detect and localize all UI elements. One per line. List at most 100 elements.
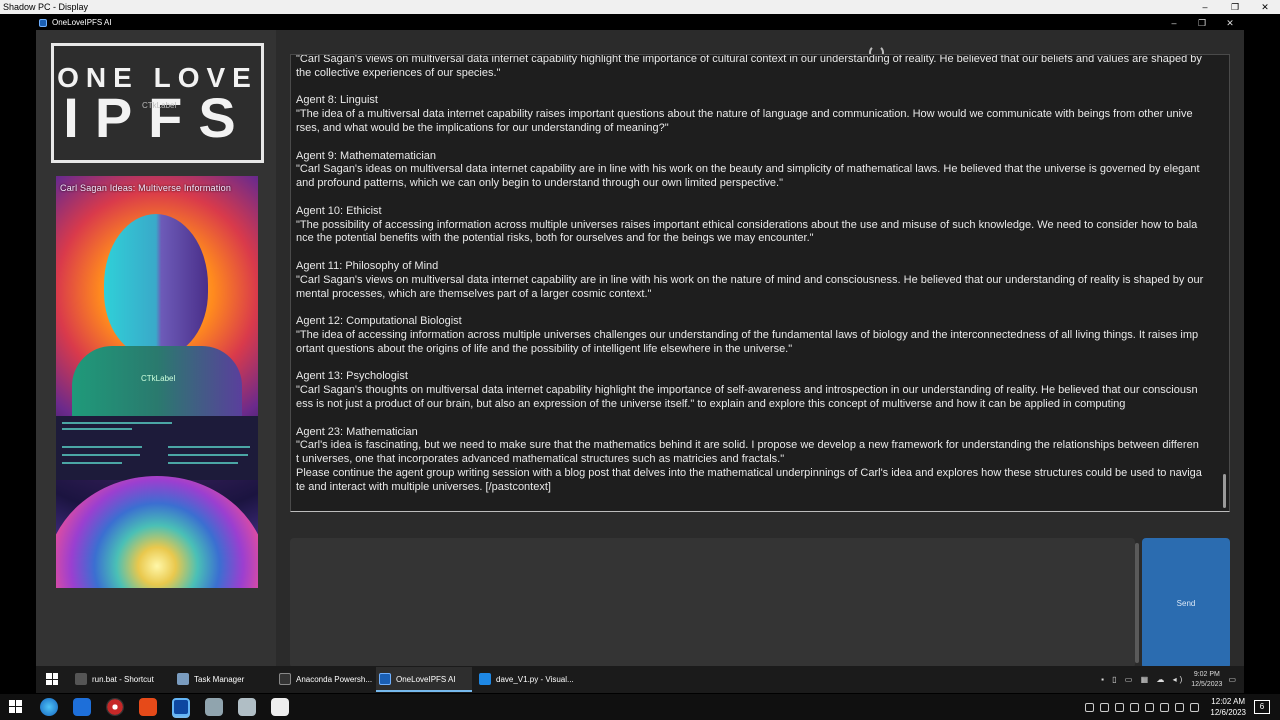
chat-line: mental processes, which are themselves p… [296,287,652,300]
chat-blank-line [296,301,1220,315]
brave-icon[interactable] [139,698,157,716]
local-clock-date: 12/6/2023 [1210,708,1246,717]
chat-line: ess is not just a product of our brain, … [296,397,1126,410]
chat-blank-line [296,412,1220,426]
chat-line: rses, and what would be the implications… [296,121,669,134]
powershell-icon[interactable] [73,698,91,716]
send-button[interactable]: Send [1142,538,1230,669]
logo: ONE LOVE IPFS CTkLabel [51,43,264,163]
shadow-icon[interactable] [172,698,190,716]
app-title: OneLoveIPFS AI [52,18,112,27]
notification-center-icon[interactable]: 6 [1254,700,1270,714]
remote-start-button[interactable] [46,673,58,685]
outer-minimize-button[interactable]: – [1190,0,1220,14]
local-clock-time: 12:02 AM [1211,697,1246,706]
network-icon[interactable] [1175,702,1185,712]
microphone-icon[interactable] [1115,702,1125,712]
browser-icon[interactable] [106,698,124,716]
chat-line: "Carl Sagan's ideas on multiversal data … [296,163,1200,176]
app-window-controls: – ❐ ✕ [1160,16,1244,30]
calculator-icon[interactable] [271,698,289,716]
chat-line: "Carl Sagan's thoughts on multiversal da… [296,384,1198,397]
edge-icon[interactable] [40,698,58,716]
chat-line: t universes, one that incorporates advan… [296,453,785,466]
app-maximize-button[interactable]: ❐ [1188,16,1216,30]
chat-blank-line [296,357,1220,371]
input-scrollbar[interactable] [1135,543,1139,663]
app-window: ONE LOVE IPFS CTkLabel Carl Sagan Ideas:… [36,30,1244,669]
task-manager-icon [177,673,189,685]
vscode-icon [479,673,491,685]
taskbar-item-label: dave_V1.py - Visual... [496,675,574,684]
chat-blank-line [296,136,1220,150]
remote-system-tray: ▪ ▯ ▭ ▦ ☁ ◂) 9:02 PM 12/5/2023 ▭ [1101,666,1244,693]
taskbar-item-label: Anaconda Powersh... [296,675,373,684]
local-taskbar: 12:02 AM 12/6/2023 6 [0,694,1280,720]
app-titlebar: OneLoveIPFS AI – ❐ ✕ [36,16,1244,30]
chat-line: Agent 11: Philosophy of Mind [296,259,439,272]
windows-start-button[interactable] [9,700,22,713]
chat-line: "The idea of a multiversal data internet… [296,108,1193,121]
taskbar-item-label: OneLoveIPFS AI [396,675,456,684]
taskbar-item-anaconda[interactable]: Anaconda Powersh... [276,667,376,692]
poster-widget-label: CTkLabel [141,374,176,383]
app-minimize-button[interactable]: – [1160,16,1188,30]
chat-blank-line [296,246,1220,260]
outer-maximize-button[interactable]: ❐ [1220,0,1250,14]
poster-globe [56,476,258,588]
chat-line: Please continue the agent group writing … [296,466,1202,479]
sidebar: ONE LOVE IPFS CTkLabel Carl Sagan Ideas:… [36,30,276,666]
remote-taskbar: run.bat - Shortcut Task Manager Anaconda… [36,666,1244,693]
chat-line: "Carl's idea is fascinating, but we need… [296,439,1199,452]
chat-scrollbar[interactable] [1223,474,1226,508]
chat-line: te and interact with multiple universes.… [296,480,551,493]
terminal-icon [279,673,291,685]
outer-window-controls: – ❐ ✕ [1190,0,1280,14]
remote-desktop: OneLoveIPFS AI – ❐ ✕ ONE LOVE IPFS CTkLa… [0,14,1280,694]
chat-line: Agent 9: Mathematematician [296,149,437,162]
taskbar-item-label: Task Manager [194,675,245,684]
taskbar-item-run-bat[interactable]: run.bat - Shortcut [72,667,172,692]
taskbar-item-label: run.bat - Shortcut [92,675,154,684]
outer-window-title: Shadow PC - Display [3,2,89,12]
logo-line2: IPFS [63,86,252,149]
main-panel: "Carl Sagan's views on multiversal data … [276,30,1244,669]
chat-text: "Carl Sagan's views on multiversal data … [296,54,1220,495]
taskbar-item-onelove[interactable]: OneLoveIPFS AI [376,667,472,692]
tray-icon[interactable] [1130,702,1140,712]
chat-line: "Carl Sagan's views on multiversal data … [296,273,1204,286]
poster-image: Carl Sagan Ideas: Multiverse Information… [56,176,258,588]
chat-line: ortant questions about the origins of li… [296,342,793,355]
chat-line: "Carl Sagan's views on multiversal data … [296,54,1202,65]
tray-icon[interactable] [1100,702,1110,712]
chat-blank-line [296,191,1220,205]
volume-icon[interactable] [1190,702,1200,712]
app-icon [379,673,391,685]
logo-widget-label: CTkLabel [142,101,177,110]
file-icon[interactable] [205,698,223,716]
notification-icon[interactable]: ▭ [1228,675,1236,684]
taskbar-item-task-manager[interactable]: Task Manager [174,667,274,692]
chat-line: "The possibility of accessing informatio… [296,218,1198,231]
chat-blank-line [296,81,1220,95]
chat-output-textbox[interactable]: "Carl Sagan's views on multiversal data … [290,54,1230,512]
prompt-input[interactable] [290,538,1135,668]
tray-icon[interactable] [1085,702,1095,712]
chat-line: Agent 10: Ethicist [296,204,382,217]
app-icon [39,19,47,27]
remote-clock[interactable]: 9:02 PM 12/5/2023 [1191,670,1222,690]
chat-line: nce the potential benefits with the pote… [296,232,814,245]
outer-window-titlebar: Shadow PC - Display – ❐ ✕ [0,0,1280,14]
tray-icons[interactable]: ▪ ▯ ▭ ▦ ☁ ◂) [1101,675,1185,684]
remote-clock-date: 12/5/2023 [1191,680,1223,688]
taskbar-item-vscode[interactable]: dave_V1.py - Visual... [476,667,576,692]
local-clock[interactable]: 12:02 AM 12/6/2023 [1210,696,1246,718]
cloud-icon[interactable] [1145,702,1155,712]
chat-line: "The idea of accessing information acros… [296,328,1199,341]
local-system-tray: 12:02 AM 12/6/2023 6 [1082,694,1280,720]
outer-close-button[interactable]: ✕ [1250,0,1280,14]
app-close-button[interactable]: ✕ [1216,16,1244,30]
explorer-icon[interactable] [238,698,256,716]
chat-line: Agent 8: Linguist [296,94,378,107]
battery-icon[interactable] [1160,702,1170,712]
